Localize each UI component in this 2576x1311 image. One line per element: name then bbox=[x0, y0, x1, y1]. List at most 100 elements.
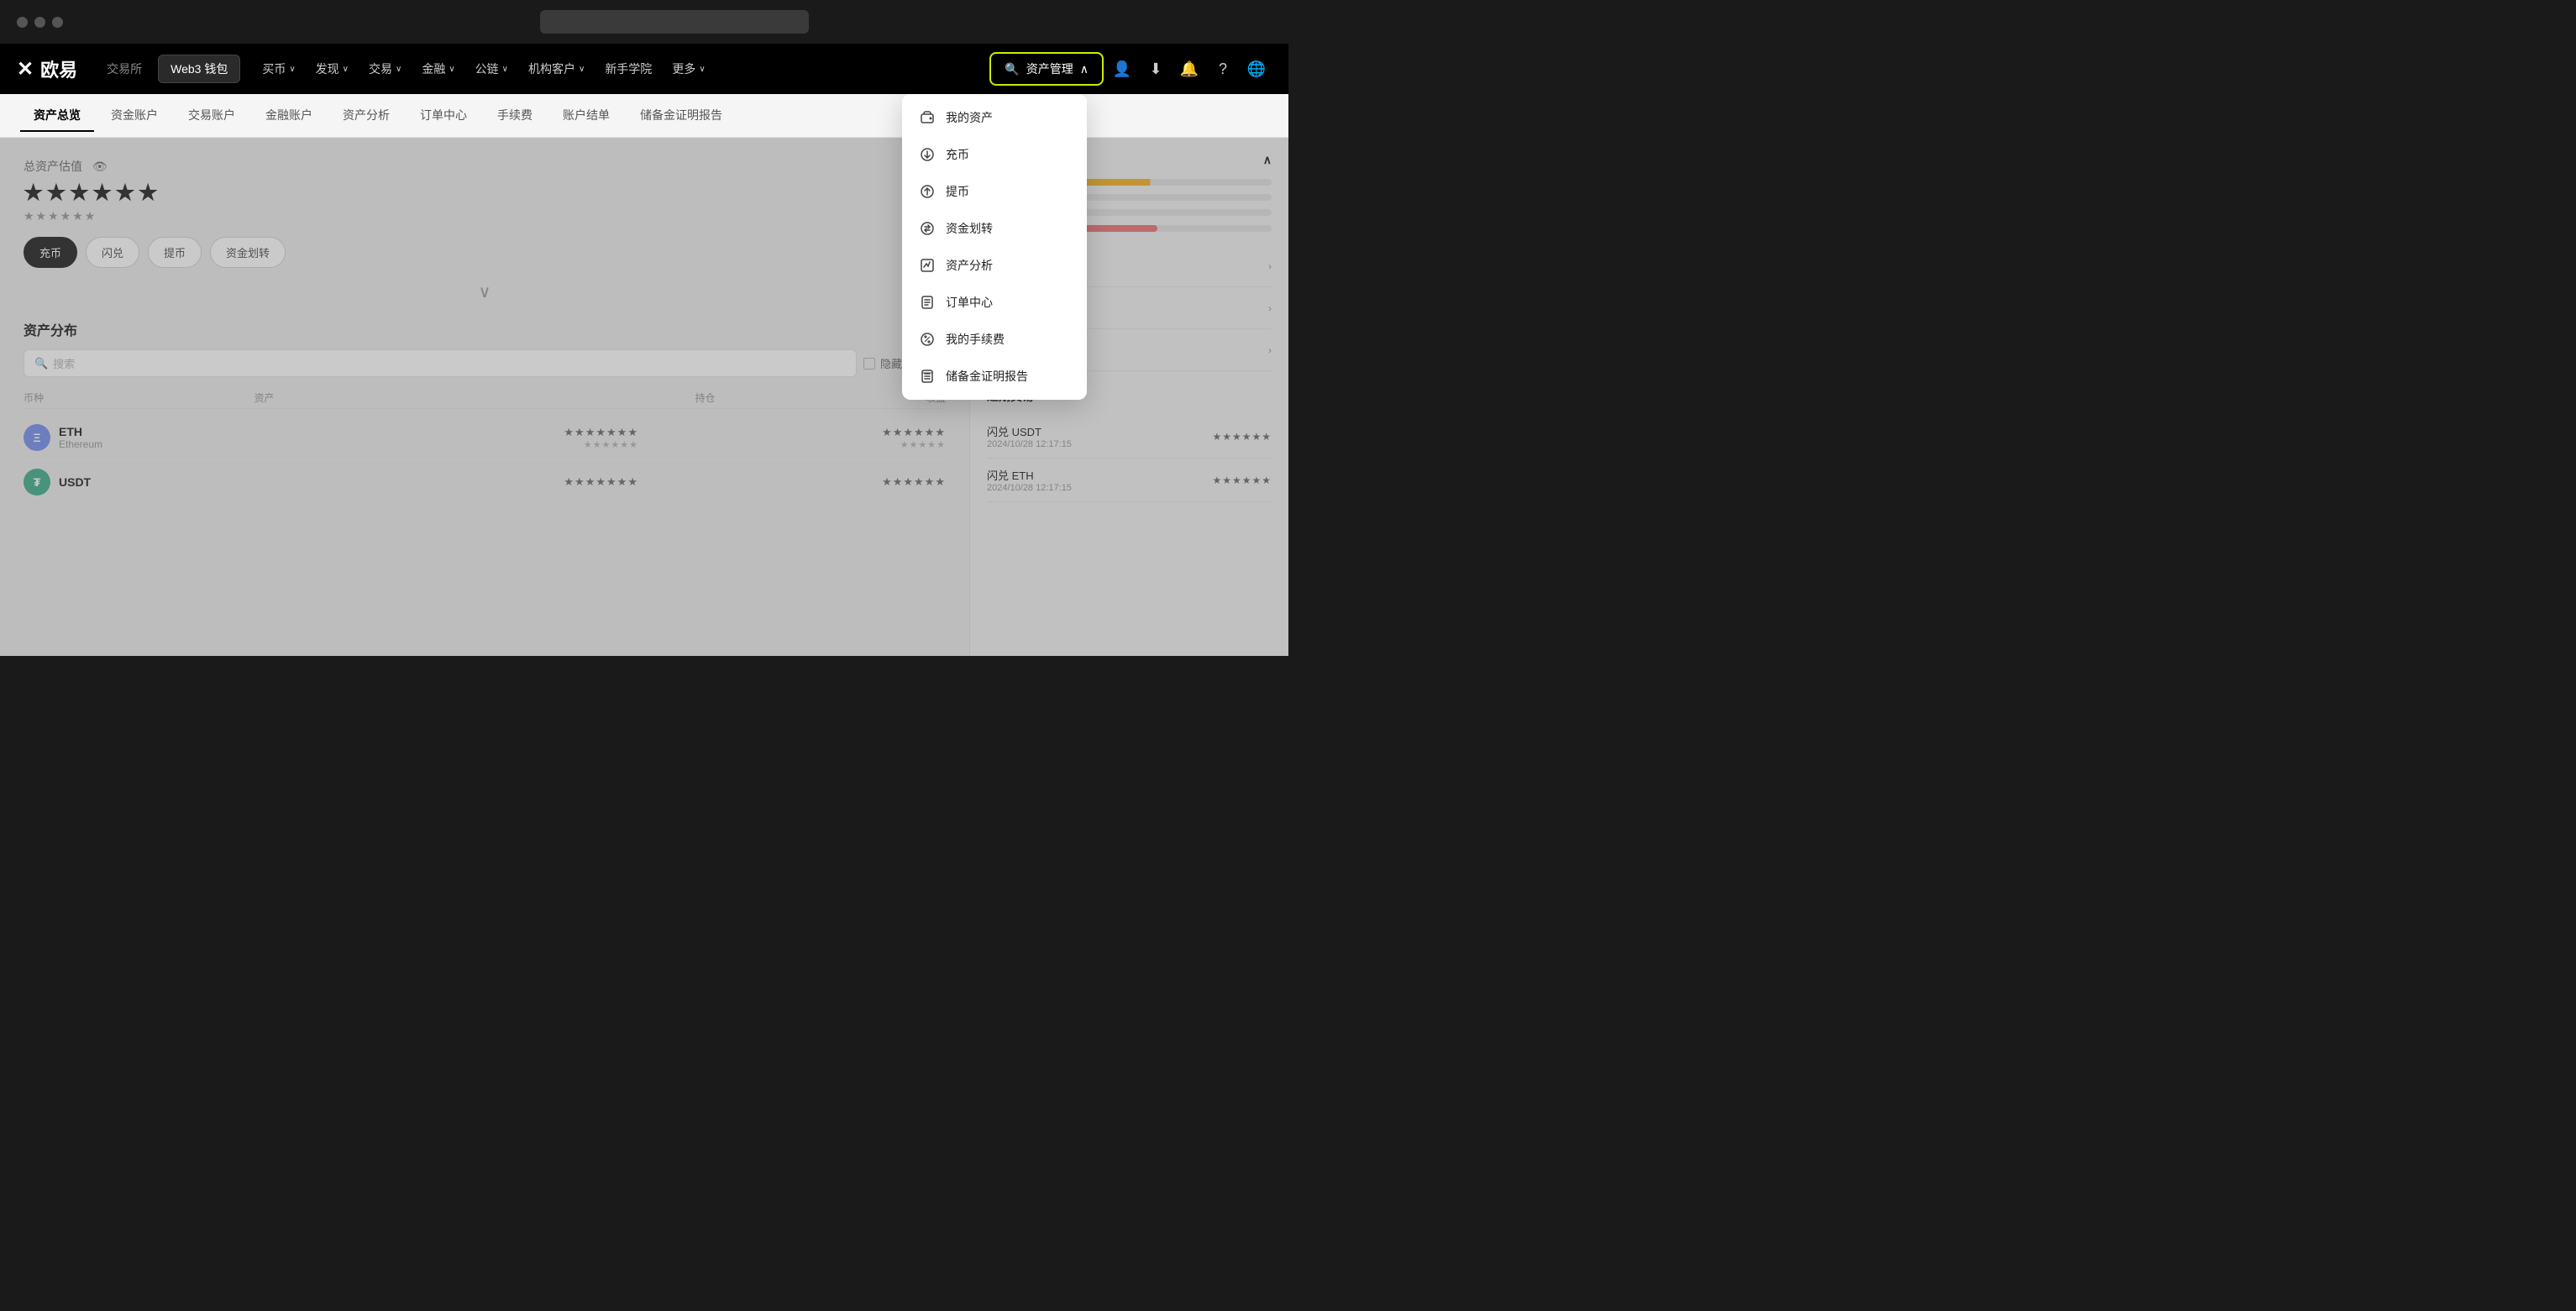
address-bar[interactable] bbox=[540, 10, 809, 34]
analysis-label: 资产分析 bbox=[946, 257, 993, 274]
deposit-button[interactable]: 充币 bbox=[24, 237, 77, 268]
my-assets-label: 我的资产 bbox=[946, 109, 993, 126]
report-label: 储备金证明报告 bbox=[946, 368, 1028, 385]
chevron-icon: ∨ bbox=[343, 65, 349, 74]
asset-distribution: 资产分布 🔍 搜索 隐藏小额资产 币种 资产 持仓 收益 bbox=[24, 319, 946, 505]
wallet-icon bbox=[919, 109, 936, 126]
subtab-statement[interactable]: 账户结单 bbox=[549, 100, 623, 132]
eth-profit: ★★★★★★ ★★★★★ bbox=[638, 426, 946, 450]
deposit-label: 充币 bbox=[946, 146, 969, 163]
eth-avatar: Ξ bbox=[24, 424, 50, 451]
chevron-icon: ∨ bbox=[502, 65, 508, 74]
report-icon bbox=[919, 368, 936, 385]
eye-slash-icon[interactable]: 👁 bbox=[92, 160, 108, 173]
recent-title-1: 闪兑 USDT bbox=[987, 423, 1072, 439]
action-buttons: 充币 闪兑 提币 资金划转 bbox=[24, 237, 946, 268]
arrow-icon: › bbox=[1268, 344, 1272, 356]
nav-trade[interactable]: 交易 ∨ bbox=[360, 55, 410, 82]
search-placeholder: 搜索 bbox=[53, 355, 75, 371]
transfer-icon bbox=[919, 220, 936, 237]
asset-management-button[interactable]: 🔍 资产管理 ∧ bbox=[989, 52, 1104, 86]
transfer-button[interactable]: 资金划转 bbox=[210, 237, 286, 268]
nav-chain[interactable]: 公链 ∨ bbox=[467, 55, 517, 82]
dropdown-orders[interactable]: 订单中心 bbox=[902, 284, 1087, 321]
subtab-analysis[interactable]: 资产分析 bbox=[329, 100, 403, 132]
recent-item-2[interactable]: 闪兑 ETH 2024/10/28 12:17:15 ★★★★★★ bbox=[987, 459, 1272, 502]
bell-icon[interactable]: 🔔 bbox=[1174, 54, 1204, 84]
withdraw-button[interactable]: 提币 bbox=[148, 237, 202, 268]
subtab-overview[interactable]: 资产总览 bbox=[20, 100, 94, 132]
logo-text: 欧易 bbox=[40, 55, 77, 82]
total-assets-sub: ★★★★★★ bbox=[24, 209, 946, 223]
navbar: ✕ 欧易 交易所 Web3 钱包 买币 ∨ 发现 ∨ 交易 ∨ 金融 ∨ 公链 … bbox=[0, 44, 1288, 94]
dropdown-report[interactable]: 储备金证明报告 bbox=[902, 358, 1087, 395]
recent-time-2: 2024/10/28 12:17:15 bbox=[987, 483, 1072, 493]
chevron-icon: ∨ bbox=[449, 65, 454, 74]
usdt-profit: ★★★★★★ bbox=[638, 475, 946, 489]
nav-finance[interactable]: 金融 ∨ bbox=[413, 55, 463, 82]
sub-tabs: 资产总览 资金账户 交易账户 金融账户 资产分析 订单中心 手续费 账户结单 储… bbox=[0, 94, 1288, 138]
nav-institution[interactable]: 机构客户 ∨ bbox=[520, 55, 593, 82]
usdt-holding: ★★★★★★★ bbox=[331, 475, 638, 489]
table-row: ₮ USDT ★★★★★★★ ★★★★★★ bbox=[24, 460, 946, 505]
dropdown-transfer[interactable]: 资金划转 bbox=[902, 210, 1087, 247]
logo[interactable]: ✕ 欧易 bbox=[17, 55, 77, 82]
recent-title-2: 闪兑 ETH bbox=[987, 467, 1072, 483]
subtab-finance[interactable]: 金融账户 bbox=[252, 100, 326, 132]
nav-discover[interactable]: 发现 ∨ bbox=[307, 55, 357, 82]
dropdown-my-assets[interactable]: 我的资产 bbox=[902, 99, 1087, 136]
subtab-funds[interactable]: 资金账户 bbox=[97, 100, 171, 132]
recent-item-1[interactable]: 闪兑 USDT 2024/10/28 12:17:15 ★★★★★★ bbox=[987, 415, 1272, 459]
usdt-symbol: USDT bbox=[59, 475, 91, 489]
download-icon[interactable]: ⬇ bbox=[1141, 54, 1171, 84]
withdraw-icon bbox=[919, 183, 936, 200]
chevron-icon: ∨ bbox=[396, 65, 401, 74]
search-box[interactable]: 🔍 搜索 bbox=[24, 349, 857, 377]
subtab-reserve[interactable]: 储备金证明报告 bbox=[627, 100, 736, 132]
search-icon: 🔍 bbox=[34, 357, 48, 370]
total-assets-label: 总资产估值 👁 bbox=[24, 158, 946, 175]
user-icon[interactable]: 👤 bbox=[1107, 54, 1137, 84]
dropdown-withdraw[interactable]: 提币 bbox=[902, 173, 1087, 210]
tab-web3[interactable]: Web3 钱包 bbox=[158, 55, 240, 83]
nav-right: 🔍 资产管理 ∧ 👤 ⬇ 🔔 ? 🌐 bbox=[989, 52, 1272, 86]
tab-exchange[interactable]: 交易所 bbox=[94, 55, 155, 83]
logo-icon: ✕ bbox=[17, 57, 34, 81]
recent-trades-section: 近期交易 闪兑 USDT 2024/10/28 12:17:15 ★★★★★★ … bbox=[987, 388, 1272, 502]
dropdown-deposit[interactable]: 充币 bbox=[902, 136, 1087, 173]
eth-symbol: ETH bbox=[59, 425, 102, 438]
subtab-trading[interactable]: 交易账户 bbox=[175, 100, 249, 132]
usdt-coin-info: ₮ USDT bbox=[24, 469, 331, 496]
subtab-fee[interactable]: 手续费 bbox=[484, 100, 546, 132]
swap-button[interactable]: 闪兑 bbox=[86, 237, 139, 268]
asset-management-dropdown: 我的资产 充币 提币 bbox=[902, 94, 1087, 400]
close-dot[interactable] bbox=[17, 17, 28, 28]
fullscreen-dot[interactable] bbox=[52, 17, 63, 28]
fee-icon bbox=[919, 331, 936, 348]
eth-coin-info: Ξ ETH Ethereum bbox=[24, 424, 331, 451]
nav-beginner[interactable]: 新手学院 bbox=[596, 55, 660, 82]
minimize-dot[interactable] bbox=[34, 17, 45, 28]
nav-more[interactable]: 更多 ∨ bbox=[664, 55, 713, 82]
collapse-icon[interactable]: ∧ bbox=[1263, 153, 1272, 167]
eth-holding: ★★★★★★★ ★★★★★★ bbox=[331, 426, 638, 450]
search-row: 🔍 搜索 隐藏小额资产 bbox=[24, 349, 946, 377]
subtab-orders[interactable]: 订单中心 bbox=[407, 100, 480, 132]
nav-tabs: 交易所 Web3 钱包 bbox=[94, 55, 240, 83]
globe-icon[interactable]: 🌐 bbox=[1241, 54, 1272, 84]
fee-label: 我的手续费 bbox=[946, 331, 1005, 348]
checkbox[interactable] bbox=[863, 358, 875, 370]
orders-icon bbox=[919, 294, 936, 311]
window-controls bbox=[17, 17, 63, 28]
col-holding: 持仓 bbox=[485, 391, 716, 405]
chevron-icon: ∨ bbox=[699, 65, 705, 74]
asset-distribution-title: 资产分布 bbox=[24, 319, 946, 339]
recent-value-1: ★★★★★★ bbox=[1212, 431, 1272, 443]
nav-buy[interactable]: 买币 ∨ bbox=[254, 55, 303, 82]
help-icon[interactable]: ? bbox=[1208, 54, 1238, 84]
recent-time-1: 2024/10/28 12:17:15 bbox=[987, 439, 1072, 449]
dropdown-analysis[interactable]: 资产分析 bbox=[902, 247, 1087, 284]
analysis-icon bbox=[919, 257, 936, 274]
expand-icon[interactable]: ∨ bbox=[24, 281, 946, 302]
dropdown-fee[interactable]: 我的手续费 bbox=[902, 321, 1087, 358]
